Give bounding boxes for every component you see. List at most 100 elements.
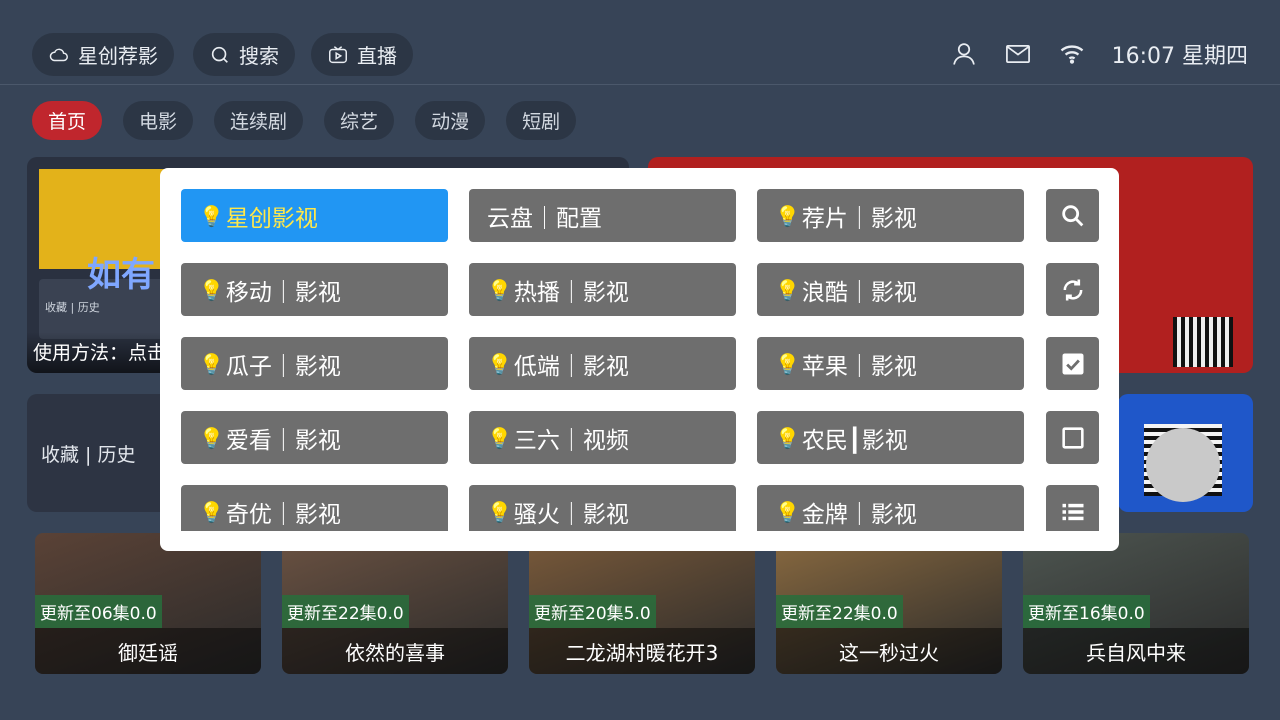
source-label: 云盘｜配置 [487, 205, 602, 232]
mail-icon[interactable] [1004, 40, 1032, 68]
status-area: 16:07 星期四 [950, 38, 1248, 70]
poster-title: 依然的喜事 [282, 628, 508, 674]
source-label: 爱看｜影视 [225, 427, 341, 454]
source-option[interactable]: 💡 热播｜影视 [469, 263, 736, 316]
source-option[interactable]: 💡 爱看｜影视 [181, 411, 448, 464]
home-pill[interactable]: 星创荐影 [32, 33, 174, 76]
source-option[interactable]: 💡 移动｜影视 [181, 263, 448, 316]
weekday-text: 星期四 [1181, 44, 1248, 69]
action-list-button[interactable] [1046, 485, 1099, 531]
source-option[interactable]: 💡 农民┃影视 [757, 411, 1024, 464]
search-icon [1059, 202, 1087, 230]
top-bar: 星创荐影 搜索 直播 16:07 星期四 [0, 0, 1280, 85]
tab-movie[interactable]: 电影 [123, 101, 194, 140]
lightbulb-icon: 💡 [487, 351, 512, 376]
wifi-icon [1060, 45, 1083, 64]
update-badge: 更新至22集0.0 [282, 595, 409, 628]
source-label: 金牌｜影视 [801, 501, 917, 528]
lightbulb-icon: 💡 [775, 203, 800, 228]
lightbulb-icon: 💡 [775, 351, 800, 376]
source-picker-dialog: 💡 星创影视 云盘｜配置 💡 荐片｜影视 💡 移动｜影视 💡 热播｜影视 💡 浪酷｜影视 💡 瓜子｜影视… [160, 168, 1119, 551]
update-badge: 更新至06集0.0 [35, 595, 162, 628]
tab-home[interactable]: 首页 [32, 101, 103, 140]
poster-title: 这一秒过火 [776, 628, 1002, 674]
action-checkbox-checked-button[interactable] [1046, 337, 1099, 390]
banner-big-text: 如有 [87, 255, 155, 295]
refresh-icon [1059, 276, 1087, 304]
search-pill[interactable]: 搜索 [193, 33, 295, 76]
lightbulb-icon: 💡 [199, 203, 224, 228]
source-label: 苹果｜影视 [801, 353, 917, 380]
source-label: 星创影视 [225, 205, 318, 232]
action-search-button[interactable] [1046, 189, 1099, 242]
update-badge: 更新至16集0.0 [1023, 595, 1150, 628]
poster-title: 御廷谣 [35, 628, 261, 674]
live-pill[interactable]: 直播 [311, 33, 413, 76]
source-option[interactable]: 💡 星创影视 [181, 189, 448, 242]
action-refresh-button[interactable] [1046, 263, 1099, 316]
tab-variety[interactable]: 综艺 [324, 101, 395, 140]
lightbulb-icon: 💡 [775, 499, 800, 524]
source-option[interactable]: 💡 苹果｜影视 [757, 337, 1024, 390]
source-label: 低端｜影视 [513, 353, 629, 380]
source-label: 热播｜影视 [513, 279, 629, 306]
poster-title: 二龙湖村暖花开3 [529, 628, 755, 674]
source-option[interactable]: 云盘｜配置 [469, 189, 736, 242]
lightbulb-icon: 💡 [487, 277, 512, 302]
source-label: 奇优｜影视 [225, 501, 341, 528]
source-label: 荐片｜影视 [801, 205, 917, 232]
lightbulb-icon: 💡 [199, 425, 224, 450]
cloud-icon [49, 48, 68, 61]
source-label: 移动｜影视 [225, 279, 341, 306]
search-pill-label: 搜索 [239, 44, 279, 68]
source-grid: 💡 星创影视 云盘｜配置 💡 荐片｜影视 💡 移动｜影视 💡 热播｜影视 💡 浪酷｜影视 💡 瓜子｜影视… [181, 189, 1099, 531]
tab-series[interactable]: 连续剧 [214, 101, 304, 140]
source-option[interactable]: 💡 瓜子｜影视 [181, 337, 448, 390]
source-option[interactable]: 💡 奇优｜影视 [181, 485, 448, 531]
lightbulb-icon: 💡 [487, 499, 512, 524]
source-label: 瓜子｜影视 [225, 353, 341, 380]
poster-card[interactable]: 更新至20集5.0 二龙湖村暖花开3 [529, 533, 755, 674]
history-card[interactable]: 收藏 | 历史 [27, 394, 182, 512]
checkbox-checked-icon [1059, 350, 1087, 378]
source-option[interactable]: 💡 荐片｜影视 [757, 189, 1024, 242]
update-badge: 更新至20集5.0 [529, 595, 656, 628]
source-option[interactable]: 💡 骚火｜影视 [469, 485, 736, 531]
checkbox-empty-icon [1059, 424, 1087, 452]
lightbulb-icon: 💡 [487, 425, 512, 450]
source-label: 浪酷｜影视 [801, 279, 917, 306]
source-option[interactable]: 💡 浪酷｜影视 [757, 263, 1024, 316]
floating-button[interactable] [1146, 428, 1220, 502]
tab-short-drama[interactable]: 短剧 [506, 101, 577, 140]
source-label: 农民┃影视 [801, 427, 908, 454]
lightbulb-icon: 💡 [775, 277, 800, 302]
live-pill-label: 直播 [357, 44, 397, 68]
poster-card[interactable]: 更新至06集0.0 御廷谣 [35, 533, 261, 674]
poster-title: 兵自风中来 [1023, 628, 1249, 674]
tv-icon [329, 45, 347, 63]
lightbulb-icon: 💡 [199, 351, 224, 376]
source-label: 骚火｜影视 [513, 501, 629, 528]
source-label: 三六｜视频 [513, 427, 629, 454]
poster-card[interactable]: 更新至16集0.0 兵自风中来 [1023, 533, 1249, 674]
search-icon [211, 46, 228, 63]
lightbulb-icon: 💡 [775, 425, 800, 450]
tab-anime[interactable]: 动漫 [415, 101, 486, 140]
promo-card[interactable] [1118, 394, 1253, 512]
time-text: 16:07 [1111, 44, 1175, 69]
update-badge: 更新至22集0.0 [776, 595, 903, 628]
lightbulb-icon: 💡 [199, 499, 224, 524]
source-option[interactable]: 💡 金牌｜影视 [757, 485, 1024, 531]
source-option[interactable]: 💡 低端｜影视 [469, 337, 736, 390]
lightbulb-icon: 💡 [199, 277, 224, 302]
clock: 16:07 星期四 [1112, 38, 1248, 70]
user-icon[interactable] [950, 40, 978, 68]
list-icon [1059, 498, 1087, 526]
source-option[interactable]: 💡 三六｜视频 [469, 411, 736, 464]
poster-card[interactable]: 更新至22集0.0 依然的喜事 [282, 533, 508, 674]
action-checkbox-empty-button[interactable] [1046, 411, 1099, 464]
home-pill-label: 星创荐影 [78, 44, 158, 68]
qr-code-image [1173, 317, 1233, 367]
category-tabs: 首页 电影 连续剧 综艺 动漫 短剧 [32, 101, 577, 140]
poster-card[interactable]: 更新至22集0.0 这一秒过火 [776, 533, 1002, 674]
